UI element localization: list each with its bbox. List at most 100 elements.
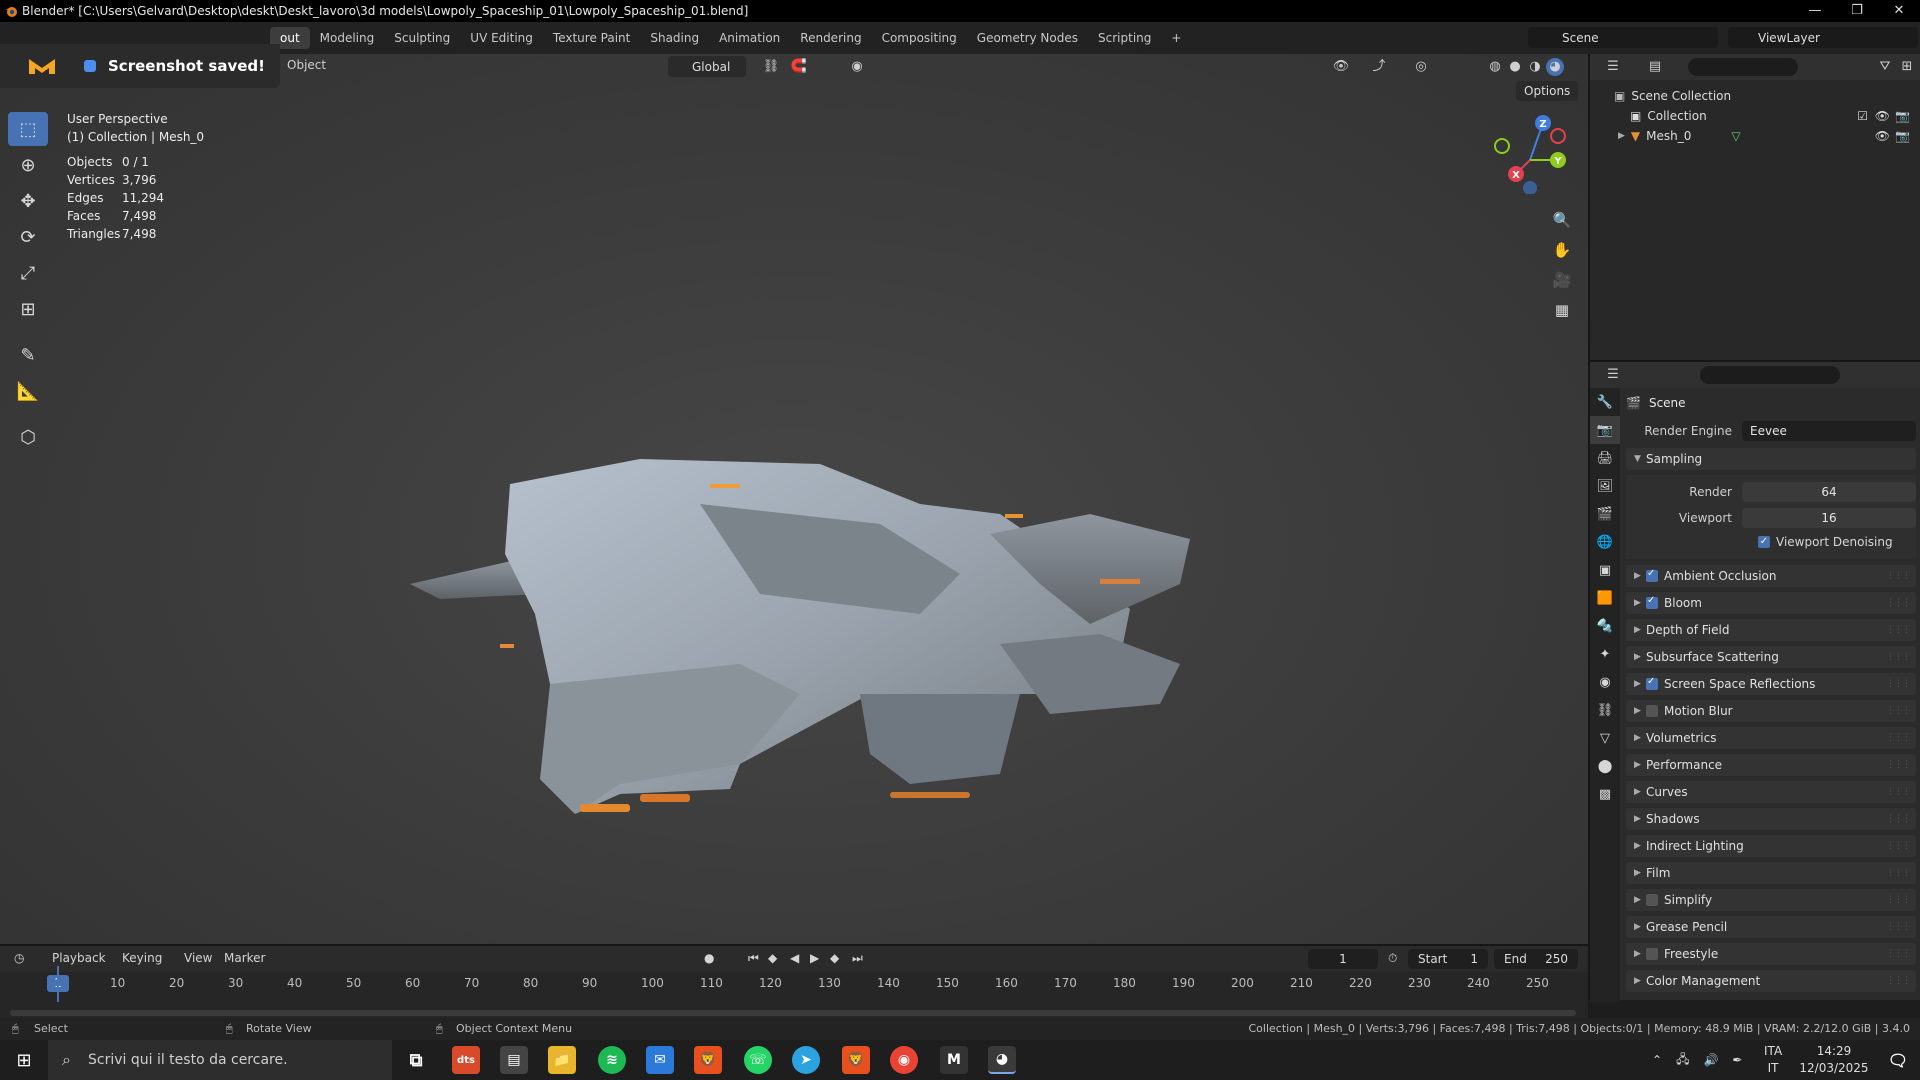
panel-volumetrics[interactable]: ▶ Volumetrics ⋮⋮⋮ [1626,727,1916,749]
close-window-button[interactable]: ✕ [1878,0,1920,22]
object-menu[interactable]: Object [287,58,326,72]
tab-texture-paint[interactable]: Texture Paint [543,27,640,49]
rotate-tool-icon[interactable]: ⟳ [8,220,48,254]
drag-grip-icon[interactable]: ⋮⋮⋮ [1886,814,1911,824]
brave-icon[interactable]: 🦁 [694,1046,722,1074]
scene-selector[interactable]: Scene [1528,27,1718,48]
transform-orientation-dropdown[interactable]: Global [668,56,746,77]
panel-motion-blur[interactable]: ▶ Motion Blur ⋮⋮⋮ [1626,700,1916,722]
tab-compositing[interactable]: Compositing [872,27,967,49]
tab-shading[interactable]: Shading [640,27,709,49]
camera-render-icon[interactable]: 📷 [1895,109,1910,123]
timer-icon[interactable]: ⏱ [1388,951,1397,966]
add-workspace-button[interactable]: + [1161,27,1191,49]
editor-type-icon[interactable]: ☰ [1604,58,1622,76]
world-tab-icon[interactable]: 🌐 [1590,528,1620,556]
prev-keyframe-icon[interactable]: ◆ [768,951,777,965]
output-tab-icon[interactable]: 🖨 [1590,444,1620,472]
drag-grip-icon[interactable]: ⋮⋮⋮ [1886,868,1911,878]
drag-grip-icon[interactable]: ⋮⋮⋮ [1886,976,1911,986]
navigation-gizmo[interactable]: Z Y X [1490,114,1570,194]
panel-indirect-lighting[interactable]: ▶ Indirect Lighting ⋮⋮⋮ [1626,835,1916,857]
outliner-collection-row[interactable]: ▣ Collection ☑ 👁 📷 [1630,106,1914,126]
tab-rendering[interactable]: Rendering [790,27,871,49]
drag-grip-icon[interactable]: ⋮⋮⋮ [1886,895,1911,905]
panel-depth-of-field[interactable]: ▶ Depth of Field ⋮⋮⋮ [1626,619,1916,641]
rendered-shading-icon[interactable]: ◕ [1546,58,1564,76]
brave-private-icon[interactable]: 🦁 [842,1046,870,1074]
camera-view-icon[interactable]: 🎥 [1548,266,1576,294]
keying-menu[interactable]: Keying [122,951,162,965]
tray-up-arrow-icon[interactable]: ⌃ [1652,1053,1662,1067]
drag-grip-icon[interactable]: ⋮⋮⋮ [1886,949,1911,959]
network-icon[interactable]: 🖧 [1676,1050,1689,1071]
zoom-icon[interactable]: 🔍 [1548,206,1576,234]
wireframe-shading-icon[interactable]: ◍ [1486,58,1504,76]
collection-tab-icon[interactable]: ▣ [1590,556,1620,584]
measure-tool-icon[interactable]: 📐 [8,374,48,408]
render-engine-dropdown[interactable]: Eevee [1742,421,1916,441]
spotify-icon[interactable]: ≋ [598,1046,626,1074]
play-icon[interactable]: ▶ [810,951,819,965]
sampling-panel-header[interactable]: ▼ Sampling [1626,448,1916,470]
filter-icon[interactable]: ⛛ [1876,58,1894,76]
files-app-icon[interactable]: ▤ [500,1046,528,1074]
panel-screen-space-reflections[interactable]: ▶Screen Space Reflections⋮⋮⋮ [1626,673,1916,695]
minimize-button[interactable]: — [1794,0,1836,22]
current-frame-field[interactable]: 1 [1308,949,1378,969]
telegram-icon[interactable]: ➤ [792,1046,820,1074]
end-frame-field[interactable]: End 250 [1494,949,1578,969]
jump-end-icon[interactable]: ⏭ [852,951,863,966]
panel-subsurface-scattering[interactable]: ▶ Subsurface Scattering ⋮⋮⋮ [1626,646,1916,668]
windows-start-icon[interactable]: ⊞ [0,1040,48,1080]
move-tool-icon[interactable]: ✥ [8,184,48,218]
panel-enable-checkbox[interactable] [1646,948,1658,960]
scene-tab-icon[interactable]: 🎬 [1590,500,1620,528]
panel-bloom[interactable]: ▶Bloom⋮⋮⋮ [1626,592,1916,614]
editor-type-icon[interactable]: ☰ [1604,366,1622,384]
drag-grip-icon[interactable]: ⋮⋮⋮ [1886,679,1911,689]
new-collection-icon[interactable]: ⊞ [1898,58,1916,76]
tab-scripting[interactable]: Scripting [1088,27,1161,49]
dts-app-icon[interactable]: dts [452,1046,480,1074]
exclude-checkbox-icon[interactable]: ☑ [1857,109,1868,123]
eye-icon[interactable]: 👁 [1875,109,1890,123]
clock[interactable]: 14:29 12/03/2025 [1792,1043,1876,1077]
panel-shadows[interactable]: ▶ Shadows ⋮⋮⋮ [1626,808,1916,830]
mail-app-m-icon[interactable]: M [940,1046,968,1074]
viewport-samples-field[interactable]: 16 [1742,508,1916,528]
tool-tab-icon[interactable]: 🔧 [1590,388,1620,416]
render-samples-field[interactable]: 64 [1742,482,1916,502]
data-tab-icon[interactable]: ▽ [1590,724,1620,752]
file-explorer-icon[interactable]: 📁 [548,1046,576,1074]
panel-grease-pencil[interactable]: ▶ Grease Pencil ⋮⋮⋮ [1626,916,1916,938]
3d-viewport[interactable]: Object Global ⛓ 🧲 ◉ 👁 ⤴ ◎ ◍ ● ◑ ◕ Option… [0,54,1588,944]
panel-ambient-occlusion[interactable]: ▶Ambient Occlusion⋮⋮⋮ [1626,565,1916,587]
solid-shading-icon[interactable]: ● [1506,58,1524,76]
task-view-icon[interactable]: ⧉ [402,1046,430,1074]
drag-grip-icon[interactable]: ⋮⋮⋮ [1886,760,1911,770]
panel-enable-checkbox[interactable] [1646,568,1658,582]
display-mode-icon[interactable]: ▤ [1646,58,1664,76]
outliner-search-input[interactable] [1688,58,1798,76]
play-reverse-icon[interactable]: ◀ [790,951,799,965]
ortho-grid-icon[interactable]: ▦ [1548,296,1576,324]
panel-color-management[interactable]: ▶ Color Management ⋮⋮⋮ [1626,970,1916,992]
view-layer-tab-icon[interactable]: 🖼 [1590,472,1620,500]
panel-enable-checkbox[interactable] [1646,705,1658,717]
spaceship-model[interactable] [400,394,1240,854]
overlay-toggle-icon[interactable]: ◎ [1412,58,1430,76]
playback-menu[interactable]: Playback [52,951,106,965]
object-tab-icon[interactable]: 🟧 [1590,584,1620,612]
view-menu[interactable]: View [184,951,212,965]
pivot-icon[interactable]: ⛓ [762,58,780,76]
constraints-tab-icon[interactable]: ⛓ [1590,696,1620,724]
annotate-tool-icon[interactable]: ✎ [8,338,48,372]
language-indicator[interactable]: ITA IT [1764,1043,1782,1077]
tab-geometry-nodes[interactable]: Geometry Nodes [967,27,1088,49]
tab-animation[interactable]: Animation [709,27,790,49]
panel-enable-checkbox[interactable] [1646,894,1658,906]
drag-grip-icon[interactable]: ⋮⋮⋮ [1886,922,1911,932]
camera-render-icon[interactable]: 📷 [1895,129,1910,143]
proportional-edit-icon[interactable]: ◉ [848,58,866,76]
